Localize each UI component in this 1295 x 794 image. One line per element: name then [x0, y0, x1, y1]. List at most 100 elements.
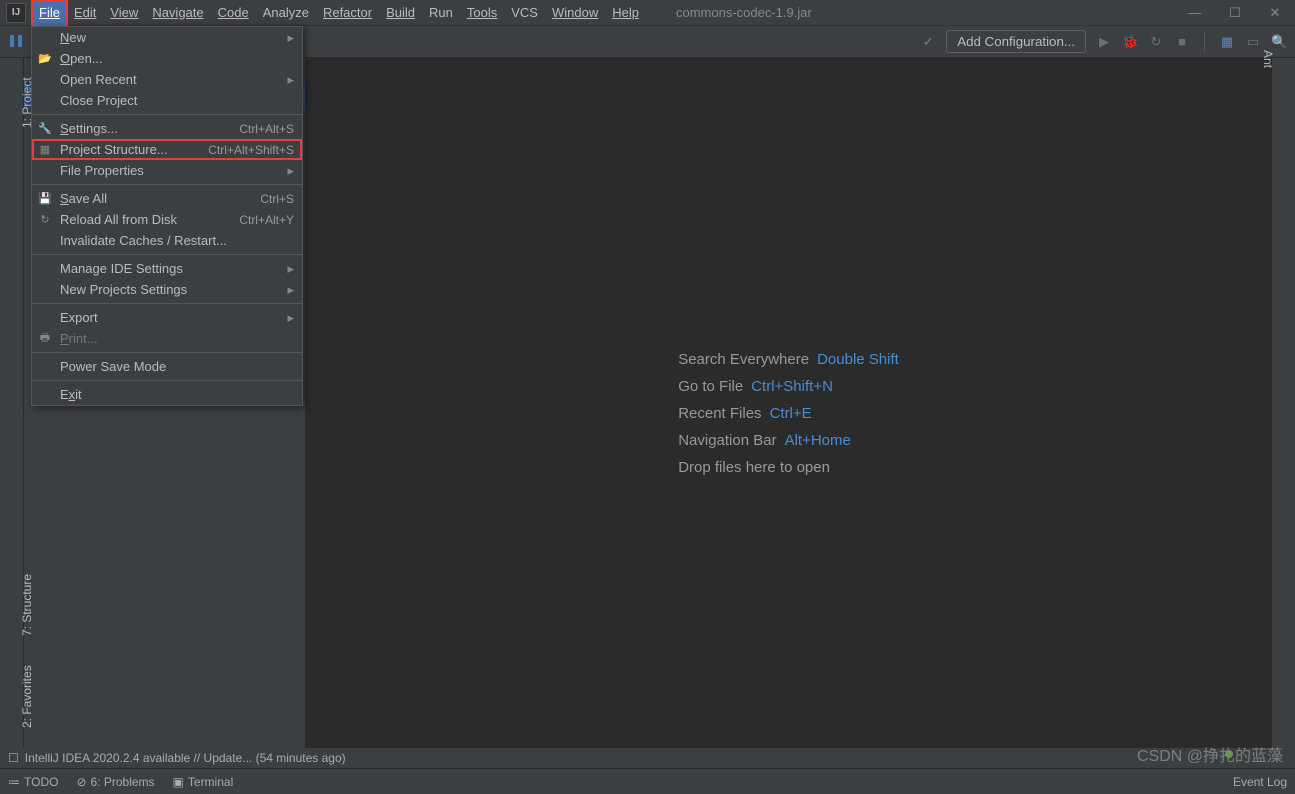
menu-vcs[interactable]: VCS — [504, 0, 545, 26]
menu-separator — [32, 352, 302, 353]
file-menu-open-recent[interactable]: Open Recent ▸ — [32, 69, 302, 90]
menu-item-label: Power Save Mode — [60, 359, 166, 374]
window-maximize-button[interactable]: ☐ — [1215, 0, 1255, 26]
menu-edit[interactable]: Edit — [67, 0, 103, 26]
menu-shortcut: Ctrl+Alt+Y — [239, 213, 294, 227]
menu-tools[interactable]: Tools — [460, 0, 504, 26]
window-minimize-button[interactable]: — — [1175, 0, 1215, 26]
menu-refactor[interactable]: Refactor — [316, 0, 379, 26]
project-structure-icon: ▦ — [38, 143, 52, 156]
module-icon — [8, 33, 26, 51]
file-menu-project-structure[interactable]: ▦ Project Structure... Ctrl+Alt+Shift+S — [32, 139, 302, 160]
file-menu-new-projects-settings[interactable]: New Projects Settings▸ — [32, 279, 302, 300]
submenu-arrow-icon: ▸ — [287, 30, 294, 46]
menu-item-label: Close Project — [60, 93, 137, 108]
update-message[interactable]: IntelliJ IDEA 2020.2.4 available // Upda… — [25, 751, 346, 765]
search-icon[interactable]: 🔍 — [1271, 34, 1287, 50]
menu-item-label: Project Structure... — [60, 142, 168, 157]
menu-help[interactable]: Help — [605, 0, 646, 26]
menu-analyze[interactable]: Analyze — [256, 0, 316, 26]
menu-shortcut: Ctrl+Alt+Shift+S — [208, 143, 294, 157]
reload-icon: ↻ — [38, 213, 52, 226]
file-menu-open[interactable]: 📂 Open... — [32, 48, 302, 69]
menu-view[interactable]: View — [103, 0, 145, 26]
welcome-navbar-label: Navigation Bar — [678, 432, 776, 449]
file-menu-reload-all-from-disk[interactable]: ↻ Reload All from Disk Ctrl+Alt+Y — [32, 209, 302, 230]
window-close-button[interactable]: ✕ — [1255, 0, 1295, 26]
submenu-arrow-icon: ▸ — [287, 282, 294, 298]
menu-separator — [32, 184, 302, 185]
menu-build[interactable]: Build — [379, 0, 422, 26]
app-logo: IJ — [6, 3, 26, 23]
welcome-goto-key: Ctrl+Shift+N — [751, 378, 833, 395]
menu-item-label: File Properties — [60, 163, 144, 178]
debug-icon[interactable]: 🐞 — [1122, 34, 1138, 50]
menu-code[interactable]: Code — [211, 0, 256, 26]
file-menu-export[interactable]: Export ▸ — [32, 307, 302, 328]
add-configuration-button[interactable]: Add Configuration... — [946, 30, 1086, 53]
submenu-arrow-icon: ▸ — [287, 310, 294, 326]
tool-tab-ant[interactable]: Ant — [1261, 50, 1275, 68]
left-tool-gutter: 1: Project 7: Structure 2: Favorites — [0, 58, 24, 768]
file-menu-print: 🖶Print... — [32, 328, 302, 349]
menu-window[interactable]: Window — [545, 0, 605, 26]
right-tool-gutter: Ant — [1271, 58, 1295, 768]
status-bar: ≔TODO ⊘6: Problems ▣Terminal Event Log — [0, 768, 1295, 794]
menu-item-label: New — [60, 30, 86, 45]
file-menu-new[interactable]: New ▸ — [32, 27, 302, 48]
show-toolbar-icon[interactable]: ▭ — [1245, 34, 1261, 50]
status-problems[interactable]: ⊘6: Problems — [76, 775, 154, 789]
file-menu-power-save-mode[interactable]: Power Save Mode — [32, 356, 302, 377]
welcome-navbar-key: Alt+Home — [785, 432, 851, 449]
submenu-arrow-icon: ▸ — [287, 163, 294, 179]
file-menu-invalidate-caches-restart[interactable]: Invalidate Caches / Restart... — [32, 230, 302, 251]
menu-separator — [32, 114, 302, 115]
status-todo[interactable]: ≔TODO — [8, 775, 58, 789]
tool-tab-structure[interactable]: 7: Structure — [20, 574, 34, 636]
welcome-search-label: Search Everywhere — [678, 351, 809, 368]
welcome-goto-label: Go to File — [678, 378, 743, 395]
status-event-log[interactable]: Event Log — [1233, 775, 1287, 789]
submenu-arrow-icon: ▸ — [287, 72, 294, 88]
menu-item-label: Print... — [60, 331, 98, 346]
wrench-icon: 🔧 — [38, 122, 52, 135]
menu-separator — [32, 380, 302, 381]
file-menu-file-properties[interactable]: File Properties ▸ — [32, 160, 302, 181]
menu-run[interactable]: Run — [422, 0, 460, 26]
stop-icon[interactable]: ■ — [1174, 34, 1190, 49]
tool-tab-favorites[interactable]: 2: Favorites — [20, 665, 34, 728]
menu-separator — [32, 254, 302, 255]
menu-item-label: Manage IDE Settings — [60, 261, 183, 276]
file-menu-save-all[interactable]: 💾Save AllCtrl+S — [32, 188, 302, 209]
project-structure-icon[interactable]: ▦ — [1219, 34, 1235, 50]
status-terminal[interactable]: ▣Terminal — [173, 775, 234, 789]
message-bar: ☐ IntelliJ IDEA 2020.2.4 available // Up… — [0, 748, 1295, 768]
menu-item-label: Invalidate Caches / Restart... — [60, 233, 227, 248]
menu-item-label: Save All — [60, 191, 107, 206]
menu-navigate[interactable]: Navigate — [145, 0, 210, 26]
welcome-recent-key: Ctrl+E — [770, 405, 812, 422]
menu-item-label: Settings... — [60, 121, 118, 136]
file-menu-close-project[interactable]: Close Project — [32, 90, 302, 111]
menu-item-label: Open... — [60, 51, 103, 66]
build-icon[interactable]: ✓ — [920, 34, 936, 50]
info-icon: ☐ — [8, 751, 19, 765]
editor-area: Search EverywhereDouble Shift Go to File… — [306, 58, 1271, 768]
window-title: commons-codec-1.9.jar — [676, 5, 812, 20]
menu-item-label: Export — [60, 310, 98, 325]
menu-item-label: Exit — [60, 387, 82, 402]
run-icon[interactable]: ▶ — [1096, 34, 1112, 50]
menubar: IJ File Edit View Navigate Code Analyze … — [0, 0, 1295, 26]
welcome-recent-label: Recent Files — [678, 405, 761, 422]
menu-item-label: Reload All from Disk — [60, 212, 177, 227]
file-menu-dropdown: New ▸ 📂 Open... Open Recent ▸ Close Project 🔧 Se… — [31, 26, 303, 406]
file-menu-manage-ide-settings[interactable]: Manage IDE Settings▸ — [32, 258, 302, 279]
notification-badge — [1225, 750, 1233, 758]
save-icon: 💾 — [38, 192, 52, 205]
coverage-icon[interactable]: ↻ — [1148, 34, 1164, 50]
folder-open-icon: 📂 — [38, 52, 52, 65]
menu-file[interactable]: File — [32, 0, 67, 26]
file-menu-exit[interactable]: Exit — [32, 384, 302, 405]
file-menu-settings[interactable]: 🔧Settings...Ctrl+Alt+S — [32, 118, 302, 139]
menu-item-label: Open Recent — [60, 72, 137, 87]
